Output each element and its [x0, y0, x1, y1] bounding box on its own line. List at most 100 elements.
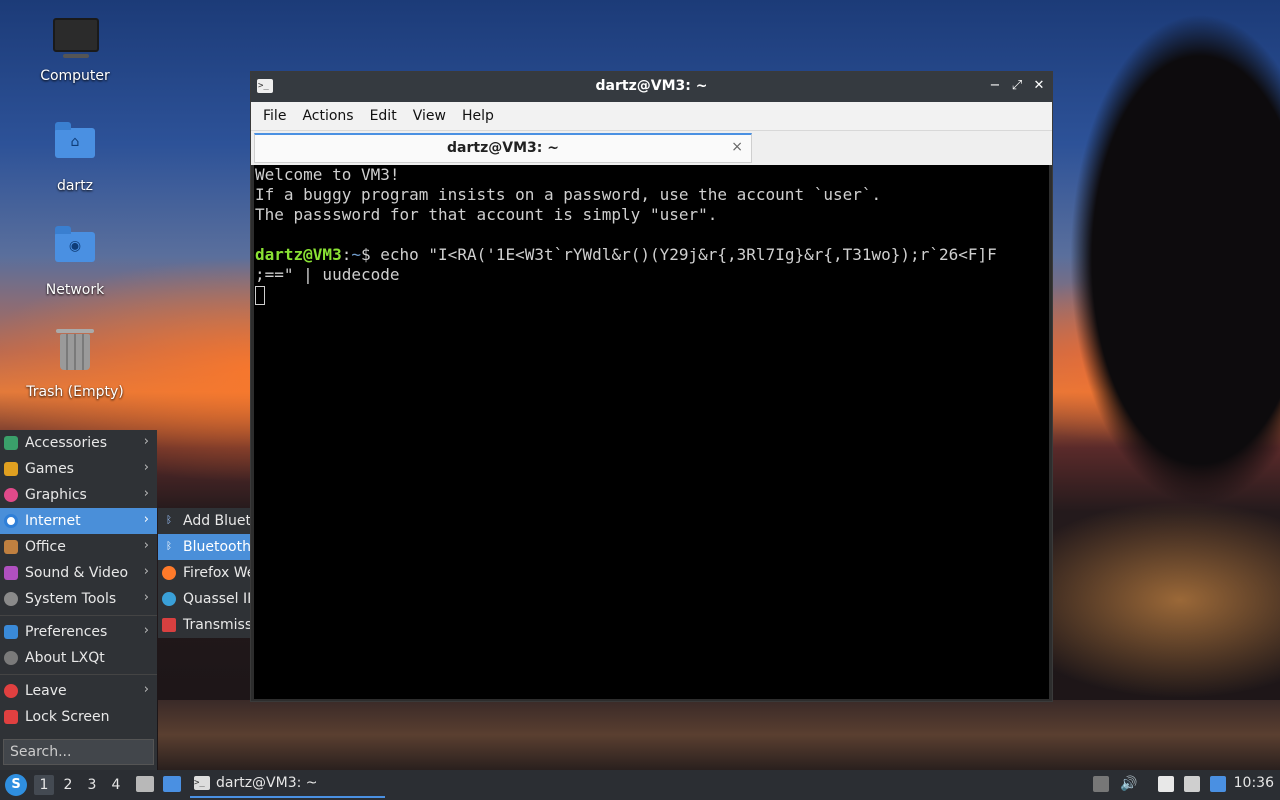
clipboard-icon[interactable] — [1158, 776, 1174, 792]
taskbar-task-terminal[interactable]: >_ dartz@VM3: ~ — [190, 770, 385, 798]
chevron-right-icon: › — [143, 623, 149, 638]
terminal-output[interactable]: Welcome to VM3! If a buggy program insis… — [254, 165, 1049, 699]
prompt-separator: : — [341, 245, 352, 264]
chevron-right-icon: › — [143, 564, 149, 579]
task-title: dartz@VM3: ~ — [216, 775, 318, 791]
desktop-icon-trash[interactable]: Trash (Empty) — [15, 329, 135, 400]
menu-item-label: About LXQt — [25, 650, 105, 666]
menu-item-about-lxqt[interactable]: About LXQt — [0, 645, 157, 671]
workspace-3[interactable]: 3 — [82, 775, 102, 795]
tab-close-icon[interactable]: × — [731, 139, 743, 155]
network-folder-icon: ◉ — [53, 226, 97, 276]
terminal-app-icon: >_ — [194, 776, 210, 790]
graphics-icon — [4, 488, 18, 502]
submenu-item-transmission[interactable]: Transmission — [158, 612, 250, 638]
internet-icon — [4, 514, 18, 528]
menu-item-sound-video[interactable]: Sound & Video › — [0, 560, 157, 586]
desktop-icon-network[interactable]: ◉ Network — [15, 224, 135, 298]
desktop-icon-computer[interactable]: Computer — [15, 14, 135, 84]
minimize-icon[interactable]: − — [988, 77, 1002, 95]
close-icon[interactable]: ✕ — [1032, 77, 1046, 95]
menu-item-games[interactable]: Games › — [0, 456, 157, 482]
start-menu-button[interactable]: S — [5, 774, 27, 796]
taskbar: S 1 2 3 4 >_ dartz@VM3: ~ 🔊 10:36 — [0, 770, 1280, 800]
terminal-line: If a buggy program insists on a password… — [255, 185, 882, 204]
menu-item-office[interactable]: Office › — [0, 534, 157, 560]
sound-video-icon — [4, 566, 18, 580]
text-cursor — [255, 286, 265, 305]
chevron-right-icon: › — [143, 590, 149, 605]
menu-item-label: Leave — [25, 683, 67, 699]
window-title: dartz@VM3: ~ — [595, 78, 708, 94]
prompt-user: dartz@VM3 — [255, 245, 342, 264]
desktop-icon-label: Trash (Empty) — [26, 384, 124, 400]
menubar: File Actions Edit View Help — [251, 102, 1052, 131]
chevron-right-icon: › — [143, 460, 149, 475]
menu-item-label: Preferences — [25, 624, 108, 640]
terminal-line: Welcome to VM3! — [255, 165, 400, 184]
trash-icon — [53, 329, 97, 378]
menu-edit[interactable]: Edit — [362, 108, 405, 124]
network-icon[interactable] — [1184, 776, 1200, 792]
accessories-icon — [4, 436, 18, 450]
show-desktop-icon[interactable] — [163, 776, 181, 792]
terminal-window[interactable]: >_ dartz@VM3: ~ − ⤢ ✕ File Actions Edit … — [250, 71, 1053, 702]
lock-icon — [4, 710, 18, 724]
terminal-line: The passsword for that account is simply… — [255, 205, 718, 224]
menu-item-label: Lock Screen — [25, 709, 110, 725]
workspace-1[interactable]: 1 — [34, 775, 54, 795]
window-titlebar[interactable]: >_ dartz@VM3: ~ − ⤢ ✕ — [251, 72, 1052, 102]
office-icon — [4, 540, 18, 554]
submenu-item-add-bluetooth[interactable]: ᛒ Add Bluetooth — [158, 508, 250, 534]
menu-help[interactable]: Help — [454, 108, 502, 124]
menu-item-leave[interactable]: Leave › — [0, 678, 157, 704]
volume-icon[interactable]: 🔊 — [1120, 776, 1137, 792]
workspace-2[interactable]: 2 — [58, 775, 78, 795]
prompt-path: ~ — [351, 245, 361, 264]
tray-arrow-icon[interactable] — [1093, 776, 1109, 792]
submenu-item-bluetooth[interactable]: ᛒ Bluetooth — [158, 534, 250, 560]
submenu-item-quassel[interactable]: Quassel IRC — [158, 586, 250, 612]
menu-item-lock-screen[interactable]: Lock Screen — [0, 704, 157, 730]
command-text: echo "I<RA('1E<W3t`rYWdl&r()(Y29j&r{,3Rl… — [380, 245, 997, 264]
menu-actions[interactable]: Actions — [294, 108, 361, 124]
menu-search-input[interactable]: Search... — [3, 739, 154, 765]
file-manager-icon[interactable] — [136, 776, 154, 792]
chevron-right-icon: › — [143, 682, 149, 697]
menu-item-label: Graphics — [25, 487, 87, 503]
tab-terminal[interactable]: dartz@VM3: ~ × — [254, 133, 752, 163]
transmission-icon — [162, 618, 176, 632]
menu-item-preferences[interactable]: Preferences › — [0, 619, 157, 645]
menu-item-label: Accessories — [25, 435, 108, 451]
tab-bar: dartz@VM3: ~ × — [251, 131, 1052, 165]
maximize-icon[interactable]: ⤢ — [1010, 77, 1024, 95]
workspace-4[interactable]: 4 — [106, 775, 126, 795]
menu-item-accessories[interactable]: Accessories › — [0, 430, 157, 456]
updates-icon[interactable] — [1210, 776, 1226, 792]
menu-item-internet[interactable]: Internet › — [0, 508, 157, 534]
menu-item-label: System Tools — [25, 591, 117, 607]
chevron-right-icon: › — [143, 486, 149, 501]
menu-item-label: Office — [25, 539, 66, 555]
clock[interactable]: 10:36 — [1234, 775, 1274, 791]
terminal-command-continuation: ;==" | uudecode — [255, 265, 400, 284]
terminal-cursor-line — [255, 285, 1048, 305]
bluetooth-icon: ᛒ — [166, 515, 172, 526]
terminal-command-line: dartz@VM3:~$ echo "I<RA('1E<W3t`rYWdl&r(… — [255, 245, 1048, 265]
menu-item-graphics[interactable]: Graphics › — [0, 482, 157, 508]
submenu-item-label: Firefox Web — [183, 565, 250, 581]
chevron-right-icon: › — [143, 434, 149, 449]
menu-separator — [0, 615, 157, 616]
preferences-icon — [4, 625, 18, 639]
menu-file[interactable]: File — [255, 108, 294, 124]
submenu-item-firefox[interactable]: Firefox Web — [158, 560, 250, 586]
menu-item-system-tools[interactable]: System Tools › — [0, 586, 157, 612]
chevron-right-icon: › — [143, 512, 149, 527]
menu-item-label: Games — [25, 461, 74, 477]
menu-view[interactable]: View — [405, 108, 454, 124]
desktop-icon-home[interactable]: ⌂ dartz — [15, 120, 135, 194]
home-folder-icon: ⌂ — [53, 122, 97, 172]
start-menu: Accessories › Games › Graphics › Internet › … — [0, 430, 157, 770]
wallpaper-town — [158, 700, 1280, 770]
